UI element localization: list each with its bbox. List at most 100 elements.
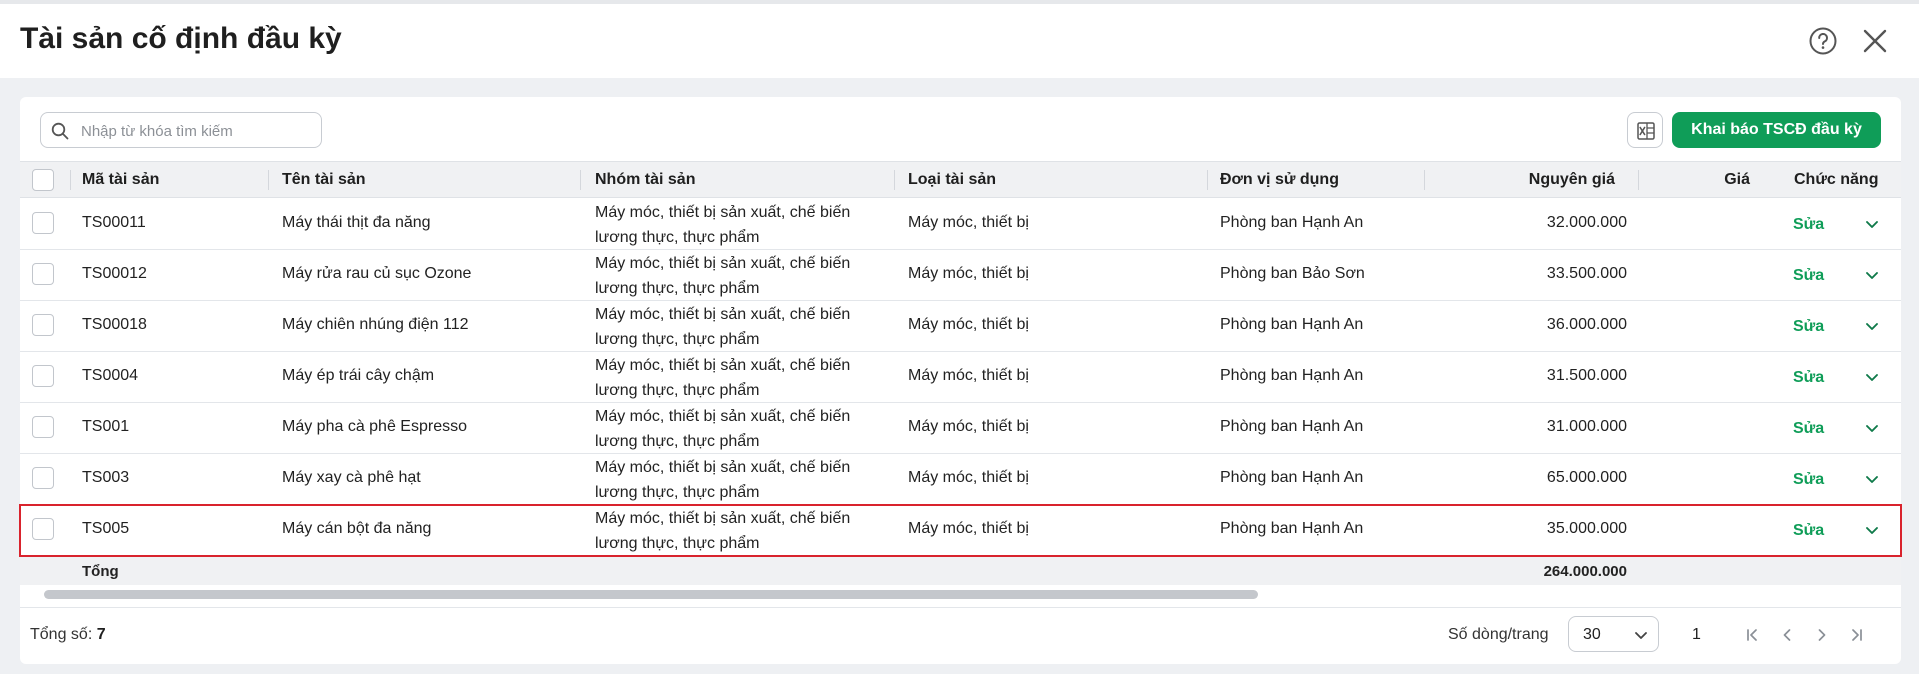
export-excel-button[interactable]	[1627, 112, 1663, 148]
column-header-value[interactable]: Giá	[1710, 171, 1750, 189]
row-checkbox[interactable]	[32, 263, 54, 285]
edit-link[interactable]: Sửa	[1793, 216, 1824, 234]
column-header-type[interactable]: Loại tài sản	[908, 171, 996, 189]
help-icon[interactable]	[1808, 26, 1838, 56]
asset-code: TS005	[82, 520, 130, 537]
asset-group-line: Máy móc, thiết bị sản xuất, chế biến	[595, 306, 851, 323]
asset-group-line: Máy móc, thiết bị sản xuất, chế biến	[595, 204, 851, 221]
table-header: Mã tài sản Tên tài sản Nhóm tài sản Loại…	[20, 161, 1901, 198]
rows-per-page-select[interactable]: 30	[1568, 616, 1659, 652]
asset-type: Máy móc, thiết bị	[908, 418, 1029, 435]
edit-link[interactable]: Sửa	[1793, 420, 1824, 438]
column-header-code[interactable]: Mã tài sản	[82, 171, 159, 189]
asset-group-line: lương thực, thực phẩm	[595, 331, 760, 348]
asset-name: Máy xay cà phê hạt	[282, 469, 421, 486]
asset-group: Máy móc, thiết bị sản xuất, chế biến lươn…	[595, 404, 895, 454]
edit-link[interactable]: Sửa	[1793, 318, 1824, 336]
asset-group-line: Máy móc, thiết bị sản xuất, chế biến	[595, 408, 851, 425]
asset-group-line: lương thực, thực phẩm	[595, 433, 760, 450]
asset-type: Máy móc, thiết bị	[908, 316, 1029, 333]
asset-unit: Phòng ban Hạnh An	[1220, 316, 1364, 333]
table-row[interactable]: TS001 Máy pha cà phê Espresso Máy móc, thi…	[20, 403, 1901, 454]
rows-per-page-value: 30	[1583, 626, 1601, 643]
asset-list-card: Khai báo TSCĐ đầu kỳ Mã tài sản Tên tài …	[19, 97, 1902, 664]
total-count-prefix: Tổng số:	[30, 626, 93, 643]
table-row[interactable]: TS003 Máy xay cà phê hạt Máy móc, thiết bị…	[20, 454, 1901, 505]
column-divider[interactable]	[1424, 170, 1425, 190]
column-divider[interactable]	[1638, 170, 1639, 190]
asset-group-line: lương thực, thực phẩm	[595, 280, 760, 297]
asset-group-line: lương thực, thực phẩm	[595, 484, 760, 501]
last-page-icon[interactable]	[1847, 625, 1867, 645]
chevron-down-icon[interactable]	[1863, 317, 1881, 335]
table-row[interactable]: TS0004 Máy ép trái cây chậm Máy móc, thiết…	[20, 352, 1901, 403]
table-row[interactable]: TS00011 Máy thái thịt đa năng Máy móc, thi…	[20, 199, 1901, 250]
edit-link[interactable]: Sửa	[1793, 522, 1824, 540]
row-checkbox[interactable]	[32, 416, 54, 438]
asset-group-line: lương thực, thực phẩm	[595, 229, 760, 246]
asset-group-line: Máy móc, thiết bị sản xuất, chế biến	[595, 459, 851, 476]
previous-page-icon[interactable]	[1777, 625, 1797, 645]
row-checkbox[interactable]	[32, 467, 54, 489]
edit-link[interactable]: Sửa	[1793, 369, 1824, 387]
close-icon[interactable]	[1860, 26, 1890, 56]
chevron-down-icon[interactable]	[1863, 215, 1881, 233]
column-header-unit[interactable]: Đơn vị sử dụng	[1220, 171, 1339, 189]
asset-unit: Phòng ban Hạnh An	[1220, 214, 1364, 231]
horizontal-scrollbar[interactable]	[20, 585, 1901, 603]
horizontal-scrollbar-thumb[interactable]	[44, 590, 1258, 599]
edit-link[interactable]: Sửa	[1793, 471, 1824, 489]
search-box[interactable]	[40, 112, 322, 148]
asset-type: Máy móc, thiết bị	[908, 214, 1029, 231]
column-divider[interactable]	[268, 170, 269, 190]
asset-unit: Phòng ban Hạnh An	[1220, 418, 1364, 435]
asset-code: TS0004	[82, 367, 139, 384]
asset-group-line: Máy móc, thiết bị sản xuất, chế biến	[595, 357, 851, 374]
asset-code: TS00018	[82, 316, 147, 333]
chevron-down-icon[interactable]	[1863, 521, 1881, 539]
chevron-down-icon[interactable]	[1863, 419, 1881, 437]
search-input[interactable]	[81, 119, 311, 143]
declare-asset-button[interactable]: Khai báo TSCĐ đầu kỳ	[1672, 112, 1881, 148]
chevron-down-icon[interactable]	[1863, 470, 1881, 488]
asset-group-line: Máy móc, thiết bị sản xuất, chế biến	[595, 510, 851, 527]
total-count-value: 7	[96, 626, 106, 643]
asset-type: Máy móc, thiết bị	[908, 367, 1029, 384]
row-checkbox[interactable]	[32, 518, 54, 540]
asset-code: TS003	[82, 469, 130, 486]
column-divider[interactable]	[70, 170, 71, 190]
edit-link[interactable]: Sửa	[1793, 267, 1824, 285]
select-all-checkbox[interactable]	[32, 169, 54, 191]
asset-price: 31.500.000	[1546, 367, 1627, 384]
current-page[interactable]: 1	[1692, 626, 1701, 644]
asset-type: Máy móc, thiết bị	[908, 469, 1029, 486]
asset-name: Máy rửa rau củ sục Ozone	[282, 265, 472, 282]
asset-group: Máy móc, thiết bị sản xuất, chế biến lươn…	[595, 455, 895, 505]
chevron-down-icon[interactable]	[1863, 368, 1881, 386]
asset-price: 36.000.000	[1546, 316, 1627, 333]
column-divider[interactable]	[894, 170, 895, 190]
asset-group-line: lương thực, thực phẩm	[595, 535, 760, 552]
column-header-group[interactable]: Nhóm tài sản	[595, 171, 695, 189]
column-header-name[interactable]: Tên tài sản	[282, 171, 366, 189]
next-page-icon[interactable]	[1812, 625, 1832, 645]
row-checkbox[interactable]	[32, 314, 54, 336]
search-icon	[51, 122, 69, 140]
column-divider[interactable]	[1207, 170, 1208, 190]
asset-group-line: Máy móc, thiết bị sản xuất, chế biến	[595, 255, 851, 272]
asset-group: Máy móc, thiết bị sản xuất, chế biến lươn…	[595, 506, 895, 556]
column-header-actions: Chức năng	[1794, 171, 1879, 188]
asset-unit: Phòng ban Hạnh An	[1220, 520, 1364, 537]
row-checkbox[interactable]	[32, 365, 54, 387]
table-row[interactable]: TS00018 Máy chiên nhúng điện 112 Máy móc, …	[20, 301, 1901, 352]
dialog-header: Tài sản cố định đầu kỳ	[0, 0, 1919, 78]
table-row[interactable]: TS00012 Máy rửa rau củ sục Ozone Máy móc, …	[20, 250, 1901, 301]
first-page-icon[interactable]	[1742, 625, 1762, 645]
row-checkbox[interactable]	[32, 212, 54, 234]
total-count: Tổng số: 7	[30, 626, 106, 644]
asset-code: TS00011	[82, 214, 146, 231]
column-divider[interactable]	[580, 170, 581, 190]
chevron-down-icon[interactable]	[1863, 266, 1881, 284]
table-row[interactable]: TS005 Máy cán bột đa năng Máy móc, thiết b…	[19, 504, 1902, 557]
column-header-price[interactable]: Nguyên giá	[1520, 171, 1615, 189]
